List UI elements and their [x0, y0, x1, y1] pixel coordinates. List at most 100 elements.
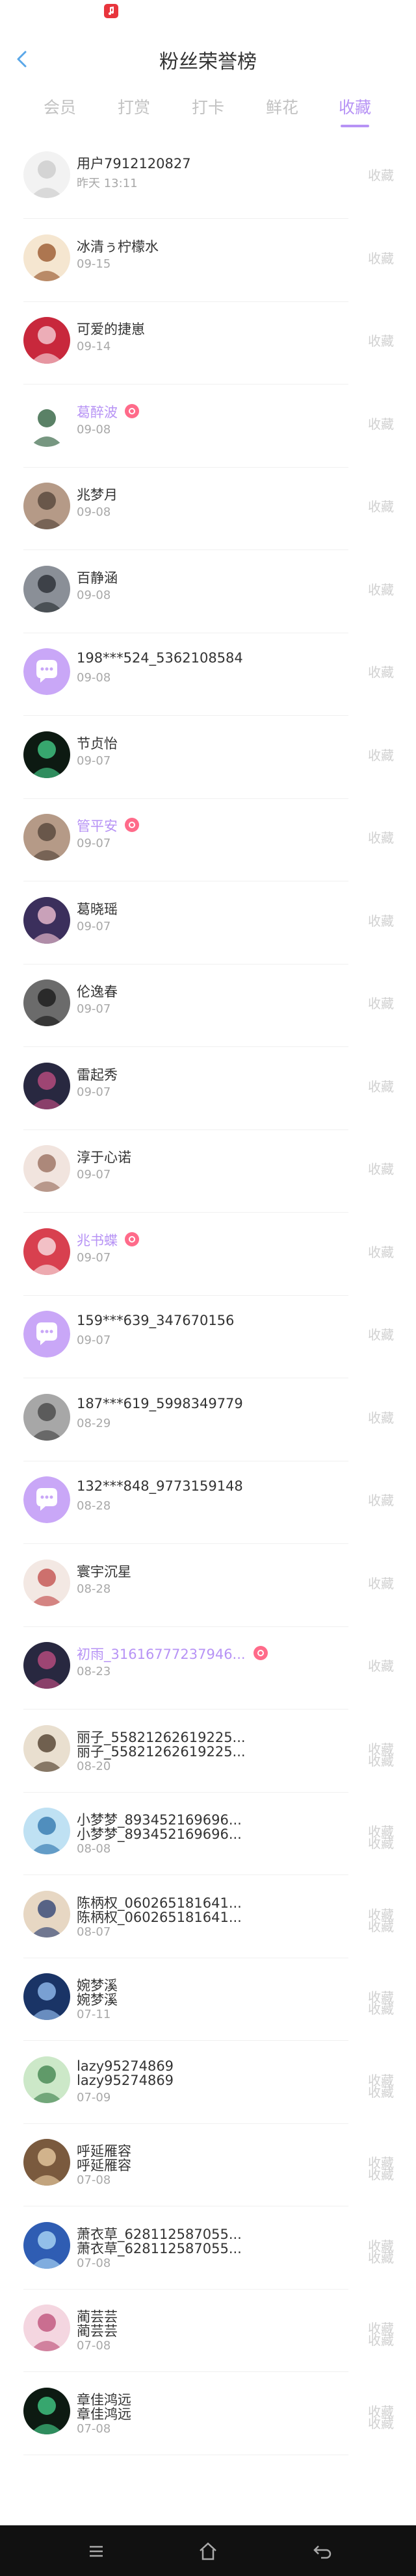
- fan-name-duplicate: 章佳鸿远: [77, 2406, 131, 2422]
- favorite-label: 收藏: [368, 996, 394, 1011]
- fan-name: 伦逸春: [77, 984, 118, 1000]
- tab-flowers[interactable]: 鲜花: [256, 95, 308, 118]
- avatar[interactable]: [23, 1394, 70, 1441]
- fan-row[interactable]: 葛醉波 09-08 收藏: [0, 385, 416, 468]
- tab-bar: 会员 打赏 打卡 鲜花 收藏: [0, 91, 416, 131]
- tab-favorites[interactable]: 收藏: [329, 95, 381, 118]
- favorite-date: 09-07: [77, 920, 111, 933]
- avatar[interactable]: [23, 897, 70, 944]
- favorite-label: 收藏: [368, 416, 394, 432]
- fan-name-duplicate: 丽子_55821262619225...: [77, 1744, 246, 1760]
- avatar[interactable]: [23, 979, 70, 1026]
- avatar[interactable]: [23, 731, 70, 778]
- fan-name-duplicate: lazy95274869: [77, 2073, 174, 2088]
- fan-row[interactable]: 159***639_347670156 09-07 收藏: [0, 1296, 416, 1378]
- home-icon[interactable]: [195, 2540, 221, 2563]
- fan-row[interactable]: 用户7912120827 昨天 13:11 收藏: [0, 136, 416, 219]
- avatar[interactable]: [23, 1145, 70, 1192]
- row-divider: [23, 1212, 348, 1213]
- avatar[interactable]: [23, 2305, 70, 2351]
- fan-row[interactable]: 葛晓瑶 09-07 收藏: [0, 882, 416, 965]
- fan-row[interactable]: 132***848_9773159148 08-28 收藏: [0, 1461, 416, 1544]
- fan-row[interactable]: 伦逸春 09-07 收藏: [0, 965, 416, 1047]
- fan-row[interactable]: 兆书蝶 09-07 收藏: [0, 1213, 416, 1296]
- favorite-label: 收藏: [368, 1576, 394, 1591]
- fan-name: 可爱的捷崽: [77, 322, 145, 337]
- fan-name: 兆书蝶: [77, 1233, 118, 1248]
- fan-name-duplicate: 婉梦溪: [77, 1992, 118, 2008]
- menu-icon[interactable]: [83, 2540, 109, 2563]
- fan-row[interactable]: 冰清ぅ柠檬水 09-15 收藏: [0, 220, 416, 302]
- favorite-label: 收藏: [368, 1244, 394, 1260]
- fan-name-duplicate: 小梦梦_893452169696...: [77, 1826, 242, 1842]
- tab-member[interactable]: 会员: [34, 95, 86, 118]
- avatar[interactable]: [23, 1476, 70, 1523]
- fan-row[interactable]: 蔺芸芸 蔺芸芸 07-08 收藏 收藏: [0, 2290, 416, 2372]
- back-nav-icon[interactable]: [309, 2540, 335, 2563]
- row-divider: [23, 1543, 348, 1544]
- avatar[interactable]: [23, 1311, 70, 1357]
- avatar[interactable]: [23, 483, 70, 529]
- avatar[interactable]: [23, 1808, 70, 1854]
- fan-name: 百静涵: [77, 570, 118, 586]
- avatar[interactable]: [23, 1228, 70, 1275]
- favorite-label: 收藏: [368, 1658, 394, 1674]
- fan-row[interactable]: 呼延雁容 呼延雁容 07-08 收藏 收藏: [0, 2124, 416, 2206]
- avatar[interactable]: [23, 1973, 70, 2020]
- fan-row[interactable]: lazy95274869 lazy95274869 07-09 收藏 收藏: [0, 2041, 416, 2124]
- fan-name: lazy95274869: [77, 2058, 174, 2074]
- fan-row[interactable]: 兆梦月 09-08 收藏: [0, 468, 416, 550]
- row-divider: [23, 2371, 348, 2372]
- row-divider: [23, 384, 348, 385]
- fan-row[interactable]: 婉梦溪 婉梦溪 07-11 收藏 收藏: [0, 1958, 416, 2041]
- favorite-date: 07-08: [77, 2173, 111, 2187]
- favorite-label: 收藏: [368, 1410, 394, 1426]
- fan-row[interactable]: 陈柄权_060265181641... 陈柄权_060265181641... 08…: [0, 1876, 416, 1958]
- avatar[interactable]: [23, 566, 70, 612]
- avatar[interactable]: [23, 400, 70, 447]
- avatar[interactable]: [23, 1559, 70, 1606]
- vip-badge-icon: [125, 1232, 139, 1246]
- tab-checkin[interactable]: 打卡: [182, 95, 234, 118]
- row-divider: [23, 218, 348, 219]
- avatar[interactable]: [23, 1642, 70, 1689]
- fan-row[interactable]: 淳于心诺 09-07 收藏: [0, 1130, 416, 1213]
- favorite-date: 08-20: [77, 1760, 111, 1773]
- tab-tip[interactable]: 打赏: [108, 95, 160, 118]
- avatar[interactable]: [23, 151, 70, 198]
- avatar[interactable]: [23, 2139, 70, 2186]
- favorite-date: 09-08: [77, 505, 111, 519]
- avatar[interactable]: [23, 814, 70, 861]
- avatar[interactable]: [23, 1063, 70, 1109]
- fan-row[interactable]: 可爱的捷崽 09-14 收藏: [0, 302, 416, 385]
- favorite-date: 昨天 13:11: [77, 177, 138, 190]
- favorite-label: 收藏: [368, 499, 394, 514]
- avatar[interactable]: [23, 317, 70, 364]
- avatar[interactable]: [23, 234, 70, 281]
- favorite-date: 07-08: [77, 2422, 111, 2436]
- fan-row[interactable]: 寰宇沉星 08-28 收藏: [0, 1545, 416, 1627]
- fan-row[interactable]: 萧衣草_628112587055... 萧衣草_628112587055... 07…: [0, 2207, 416, 2290]
- fan-name: 管平安: [77, 818, 118, 834]
- avatar[interactable]: [23, 2056, 70, 2103]
- fan-row[interactable]: 百静涵 09-08 收藏: [0, 551, 416, 633]
- fan-row[interactable]: 初雨_31616777237946... 08-23 收藏: [0, 1627, 416, 1710]
- fan-row[interactable]: 节贞怡 09-07 收藏: [0, 716, 416, 799]
- favorite-label: 收藏: [368, 168, 394, 183]
- avatar[interactable]: [23, 1891, 70, 1938]
- fan-row[interactable]: 198***524_5362108584 09-08 收藏: [0, 633, 416, 716]
- favorite-date: 07-08: [77, 2256, 111, 2270]
- favorite-label: 收藏: [368, 251, 394, 266]
- fan-row[interactable]: 雷起秀 09-07 收藏: [0, 1048, 416, 1130]
- fan-row[interactable]: 187***619_5998349779 08-29 收藏: [0, 1379, 416, 1461]
- status-bar: [0, 0, 416, 26]
- fan-row[interactable]: 章佳鸿远 章佳鸿远 07-08 收藏 收藏: [0, 2373, 416, 2455]
- favorite-label-duplicate: 收藏: [368, 1836, 394, 1851]
- avatar[interactable]: [23, 1725, 70, 1772]
- avatar[interactable]: [23, 648, 70, 695]
- avatar[interactable]: [23, 2222, 70, 2269]
- avatar[interactable]: [23, 2388, 70, 2434]
- fan-row[interactable]: 小梦梦_893452169696... 小梦梦_893452169696... 08…: [0, 1793, 416, 1875]
- fan-row[interactable]: 丽子_55821262619225... 丽子_55821262619225...…: [0, 1710, 416, 1793]
- fan-row[interactable]: 管平安 09-07 收藏: [0, 799, 416, 881]
